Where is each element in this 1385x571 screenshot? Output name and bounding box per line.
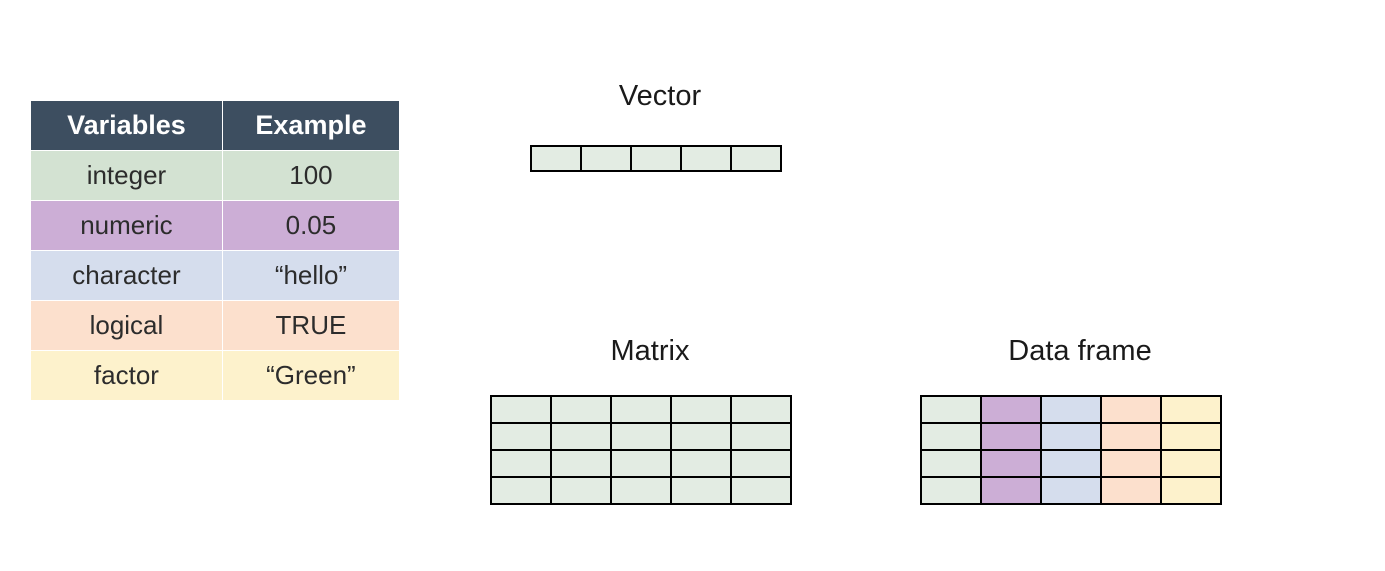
dataframe-cell <box>921 423 981 450</box>
matrix-row <box>491 477 791 504</box>
cell-variable-numeric: numeric <box>31 201 223 251</box>
matrix-cell <box>611 477 671 504</box>
matrix-cell <box>671 396 731 423</box>
vector-row <box>531 146 781 171</box>
cell-example-numeric: 0.05 <box>222 201 399 251</box>
table-header-row: Variables Example <box>31 101 400 151</box>
cell-example-factor: “Green” <box>222 351 399 401</box>
matrix-cell <box>731 423 791 450</box>
matrix-row <box>491 396 791 423</box>
vector-cell <box>631 146 681 171</box>
dataframe-cell <box>981 477 1041 504</box>
dataframe-cell <box>981 450 1041 477</box>
matrix-cell <box>491 450 551 477</box>
cell-example-logical: TRUE <box>222 301 399 351</box>
table-row-numeric: numeric 0.05 <box>31 201 400 251</box>
label-dataframe: Data frame <box>980 335 1180 368</box>
table-row-logical: logical TRUE <box>31 301 400 351</box>
label-vector: Vector <box>600 80 720 113</box>
dataframe-row <box>921 450 1221 477</box>
dataframe-cell <box>1101 423 1161 450</box>
table-header-example: Example <box>222 101 399 151</box>
dataframe-cell <box>1161 450 1221 477</box>
dataframe-cell <box>1161 396 1221 423</box>
matrix-cell <box>611 423 671 450</box>
vector-cell <box>681 146 731 171</box>
dataframe-row <box>921 423 1221 450</box>
dataframe-cell <box>1161 477 1221 504</box>
cell-example-character: “hello” <box>222 251 399 301</box>
cell-variable-character: character <box>31 251 223 301</box>
cell-example-integer: 100 <box>222 151 399 201</box>
cell-variable-factor: factor <box>31 351 223 401</box>
table-header-variables: Variables <box>31 101 223 151</box>
label-matrix: Matrix <box>590 335 710 368</box>
matrix-cell <box>551 477 611 504</box>
dataframe-cell <box>1041 396 1101 423</box>
vector-cell <box>531 146 581 171</box>
matrix-cell <box>611 450 671 477</box>
dataframe-cell <box>1101 396 1161 423</box>
table-row-factor: factor “Green” <box>31 351 400 401</box>
dataframe-diagram <box>920 395 1222 505</box>
dataframe-row <box>921 477 1221 504</box>
vector-cell <box>731 146 781 171</box>
matrix-cell <box>731 396 791 423</box>
dataframe-cell <box>921 396 981 423</box>
dataframe-cell <box>1161 423 1221 450</box>
variable-types-table: Variables Example integer 100 numeric 0.… <box>30 100 400 401</box>
vector-diagram <box>530 145 782 172</box>
matrix-cell <box>491 477 551 504</box>
table-row-character: character “hello” <box>31 251 400 301</box>
dataframe-row <box>921 396 1221 423</box>
matrix-cell <box>551 450 611 477</box>
dataframe-cell <box>921 450 981 477</box>
matrix-cell <box>671 477 731 504</box>
cell-variable-logical: logical <box>31 301 223 351</box>
dataframe-cell <box>1101 450 1161 477</box>
diagram-stage: Variables Example integer 100 numeric 0.… <box>0 0 1385 571</box>
matrix-row <box>491 423 791 450</box>
dataframe-cell <box>921 477 981 504</box>
matrix-diagram <box>490 395 792 505</box>
matrix-cell <box>491 423 551 450</box>
matrix-cell <box>671 423 731 450</box>
matrix-cell <box>491 396 551 423</box>
vector-cell <box>581 146 631 171</box>
dataframe-cell <box>1041 450 1101 477</box>
dataframe-cell <box>981 396 1041 423</box>
matrix-row <box>491 450 791 477</box>
matrix-cell <box>671 450 731 477</box>
dataframe-cell <box>981 423 1041 450</box>
matrix-cell <box>551 396 611 423</box>
dataframe-cell <box>1041 477 1101 504</box>
cell-variable-integer: integer <box>31 151 223 201</box>
table-row-integer: integer 100 <box>31 151 400 201</box>
matrix-cell <box>731 477 791 504</box>
matrix-cell <box>611 396 671 423</box>
matrix-cell <box>731 450 791 477</box>
matrix-cell <box>551 423 611 450</box>
dataframe-cell <box>1101 477 1161 504</box>
dataframe-cell <box>1041 423 1101 450</box>
